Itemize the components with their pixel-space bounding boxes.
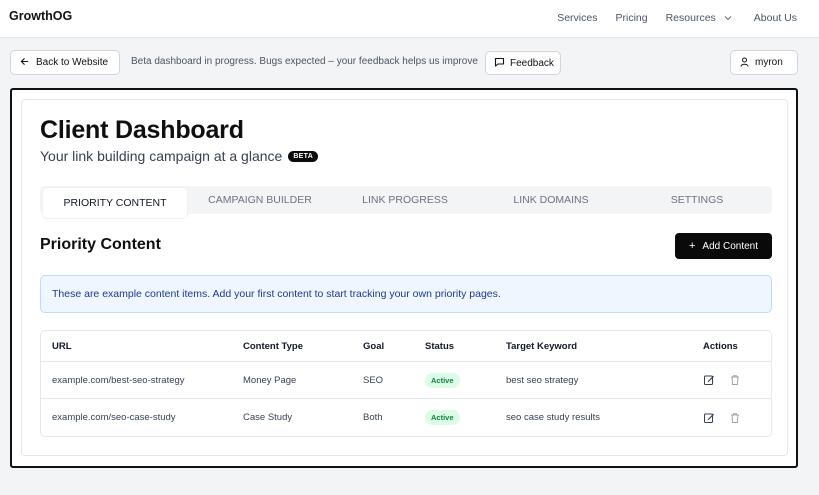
trash-icon[interactable]: [729, 374, 741, 386]
plus-icon: +: [688, 240, 696, 252]
cell-content-type: Case Study: [243, 412, 293, 423]
cell-status: Active: [425, 362, 460, 398]
cell-status: Active: [425, 399, 460, 436]
beta-note: Beta dashboard in progress. Bugs expecte…: [131, 56, 478, 67]
cell-goal: Both: [363, 412, 383, 423]
edit-icon[interactable]: [703, 412, 715, 424]
content-table: URL Content Type Goal Status Target Keyw…: [40, 330, 772, 437]
status-badge: Active: [425, 372, 460, 388]
table-row: example.com/seo-case-study Case Study Bo…: [41, 399, 771, 436]
edit-icon[interactable]: [703, 374, 715, 386]
cell-actions: [703, 399, 741, 436]
trash-icon[interactable]: [729, 412, 741, 424]
feedback-button[interactable]: Feedback: [485, 51, 561, 75]
info-banner: These are example content items. Add you…: [40, 275, 772, 313]
chevron-down-icon: [724, 15, 732, 21]
nav-link-resources[interactable]: Resources: [666, 12, 732, 24]
column-header-content-type: Content Type: [243, 340, 303, 352]
nav-link-about[interactable]: About Us: [754, 12, 797, 24]
cell-actions: [703, 362, 741, 398]
column-header-goal: Goal: [363, 340, 385, 352]
back-label: Back to Website: [36, 57, 109, 68]
tab-link-progress[interactable]: LINK PROGRESS: [340, 186, 470, 214]
column-header-url: URL: [52, 340, 72, 352]
feedback-label: Feedback: [510, 57, 554, 69]
dashboard-card: Client Dashboard Your link building camp…: [21, 99, 788, 456]
cell-content-type: Money Page: [243, 374, 297, 386]
cell-url: example.com/best-seo-strategy: [52, 374, 185, 386]
top-nav: GrowthOG Services Pricing Resources Abou…: [0, 0, 819, 38]
section-title: Priority Content: [40, 236, 161, 253]
nav-link-pricing[interactable]: Pricing: [615, 12, 647, 24]
column-header-status: Status: [425, 340, 455, 352]
nav-links: Services Pricing Resources About Us: [557, 12, 797, 24]
tab-priority-content[interactable]: PRIORITY CONTENT: [43, 188, 187, 218]
column-header-target-keyword: Target Keyword: [506, 340, 578, 352]
user-menu-button[interactable]: myron: [730, 50, 798, 75]
user-name: myron: [755, 57, 783, 68]
page-subtitle: Your link building campaign at a glance …: [40, 148, 319, 164]
cell-url: example.com/seo-case-study: [52, 412, 176, 423]
nav-link-services[interactable]: Services: [557, 12, 597, 24]
beta-badge: BETA: [288, 150, 319, 162]
status-badge: Active: [425, 410, 460, 425]
add-content-label: Add Content: [702, 240, 759, 252]
column-header-actions: Actions: [703, 340, 738, 352]
dashboard-frame: Client Dashboard Your link building camp…: [10, 88, 798, 468]
subtitle-text: Your link building campaign at a glance: [40, 148, 283, 164]
table-header: URL Content Type Goal Status Target Keyw…: [41, 331, 771, 362]
add-content-button[interactable]: + Add Content: [675, 233, 772, 259]
back-to-website-button[interactable]: Back to Website: [10, 50, 120, 75]
cell-target-keyword: seo case study results: [506, 412, 600, 423]
cell-target-keyword: best seo strategy: [506, 374, 579, 386]
tab-link-domains[interactable]: LINK DOMAINS: [480, 186, 622, 214]
cell-goal: SEO: [363, 374, 384, 386]
user-icon: [740, 57, 749, 69]
nav-link-resources-label: Resources: [665, 12, 716, 24]
arrow-left-icon: [20, 57, 29, 69]
tab-bar: PRIORITY CONTENT CAMPAIGN BUILDER LINK P…: [40, 186, 772, 218]
page-title: Client Dashboard: [40, 116, 244, 144]
message-icon: [494, 57, 505, 70]
tab-settings[interactable]: SETTINGS: [632, 186, 762, 214]
tab-campaign-builder[interactable]: CAMPAIGN BUILDER: [190, 186, 330, 214]
table-row: example.com/best-seo-strategy Money Page…: [41, 362, 771, 399]
logo[interactable]: GrowthOG: [9, 9, 72, 23]
